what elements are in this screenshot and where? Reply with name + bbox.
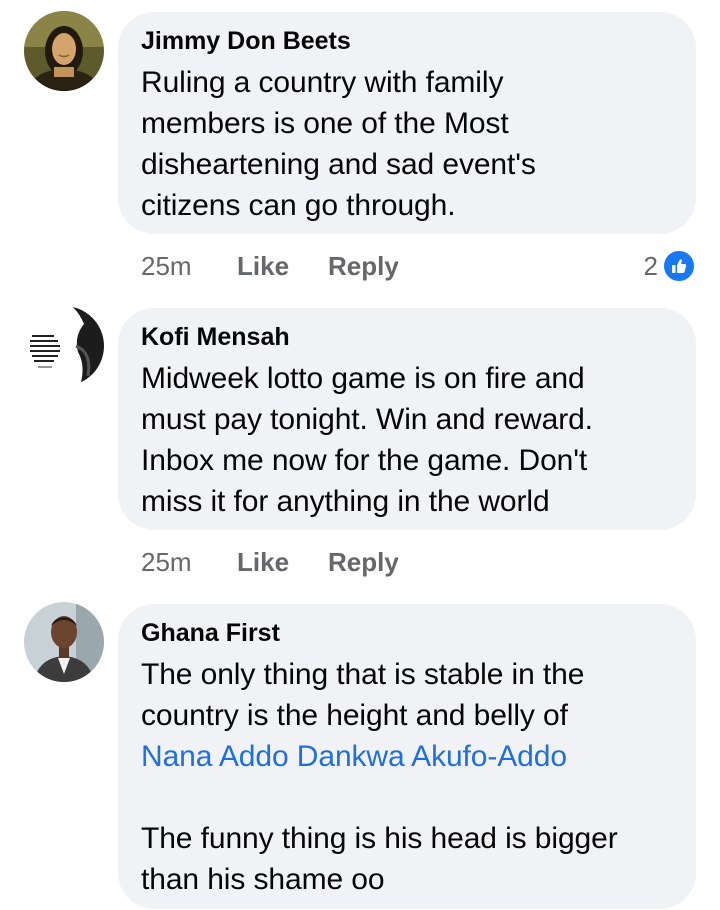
comment-bubble: Jimmy Don Beets Ruling a country with fa…	[118, 12, 696, 234]
like-button[interactable]: Like	[237, 251, 328, 281]
comment-text-line: Ruling a country with family	[141, 66, 504, 99]
comment-author[interactable]: Ghana First	[141, 618, 672, 648]
reply-button[interactable]: Reply	[328, 547, 399, 577]
commenter-avatar[interactable]	[24, 602, 104, 682]
comment-text-line: The only thing that is stable in the	[141, 658, 585, 691]
comment-actions: 25m Like Reply	[141, 547, 399, 577]
like-button[interactable]: Like	[237, 547, 328, 577]
comment-timestamp[interactable]: 25m	[141, 547, 237, 577]
reply-button[interactable]: Reply	[328, 251, 399, 281]
comment-text-line: country is the height and belly of	[141, 699, 568, 732]
commenter-avatar[interactable]	[24, 11, 104, 91]
comment-text-line: Inbox me now for the game. Don't	[141, 444, 588, 477]
comment-text: The only thing that is stable in the cou…	[141, 654, 672, 900]
comment-text-line: The funny thing is his head is bigger	[141, 822, 618, 855]
comment-bubble: Ghana First The only thing that is stabl…	[118, 604, 696, 909]
man-portrait-avatar-icon	[24, 602, 104, 682]
comment-text: Ruling a country with family members is …	[141, 62, 672, 226]
comment-actions: 25m Like Reply	[141, 251, 399, 281]
comment-text-line: members is one of the Most	[141, 107, 509, 140]
thumbs-up-icon	[662, 249, 696, 283]
comment-bubble: Kofi Mensah Midweek lotto game is on fir…	[118, 308, 696, 530]
mention-link[interactable]: Nana Addo Dankwa Akufo-Addo	[141, 736, 672, 777]
comment-author[interactable]: Jimmy Don Beets	[141, 26, 672, 56]
quote-poster-avatar-icon	[24, 306, 104, 386]
comment-text-line: Midweek lotto game is on fire and	[141, 362, 585, 395]
comment-timestamp[interactable]: 25m	[141, 251, 237, 281]
comment-text-line: disheartening and sad event's	[141, 148, 536, 181]
reaction-count: 2	[643, 251, 658, 281]
comment-text-line: citizens can go through.	[141, 189, 456, 222]
mona-lisa-avatar-icon	[24, 11, 104, 91]
comment-text-line: than his shame oo	[141, 863, 385, 896]
commenter-avatar[interactable]	[24, 306, 104, 386]
comment-text: Midweek lotto game is on fire and must p…	[141, 358, 672, 522]
comment-text-line: must pay tonight. Win and reward.	[141, 403, 593, 436]
comment-text-line: miss it for anything in the world	[141, 485, 550, 518]
comment-author[interactable]: Kofi Mensah	[141, 322, 672, 352]
reaction-summary[interactable]: 2	[644, 249, 696, 283]
